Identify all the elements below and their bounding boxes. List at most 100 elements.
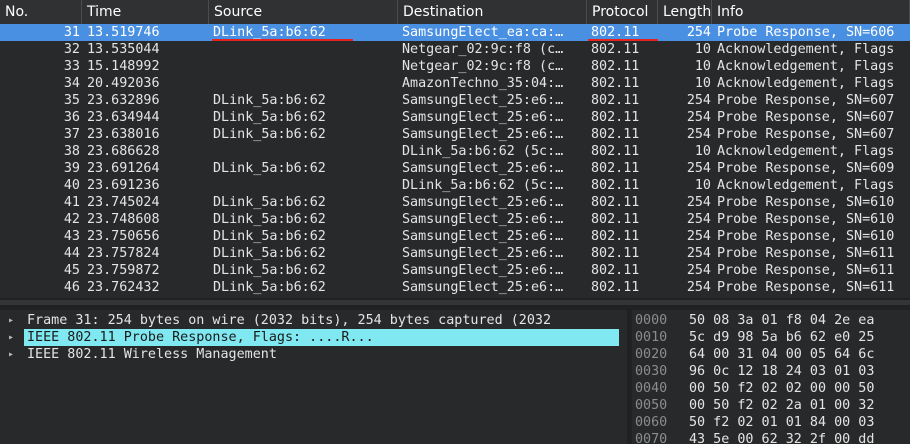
hex-row[interactable]: 0020 64 00 31 04 00 05 64 6c <box>632 346 910 363</box>
packet-info: Probe Response, SN=607 <box>717 93 895 108</box>
packet-row[interactable]: 37 23.638016 DLink_5a:b6:62 SamsungElect_25… <box>0 126 910 143</box>
packet-details-pane[interactable]: ▸ Frame 31: 254 bytes on wire (2032 bits)… <box>0 310 627 444</box>
packet-protocol: 802.11 <box>591 178 640 193</box>
detail-tree-item[interactable]: ▸ IEEE 802.11 Probe Response, Flags: ....… <box>0 329 627 346</box>
packet-destination: SamsungElect_25:e6:… <box>402 229 564 244</box>
packet-info: Probe Response, SN=610 <box>717 195 895 210</box>
packet-length: 254 <box>686 229 711 244</box>
packet-protocol: 802.11 <box>591 246 640 261</box>
col-info-header[interactable]: Info <box>712 0 910 24</box>
packet-time: 23.750656 <box>87 229 160 244</box>
packet-protocol: 802.11 <box>591 110 640 125</box>
packet-row[interactable]: 41 23.745024 DLink_5a:b6:62 SamsungElect_25… <box>0 194 910 211</box>
packet-source: DLink_5a:b6:62 <box>213 127 326 142</box>
hex-bytes: 50 08 3a 01 f8 04 2e ea <box>689 313 875 328</box>
hex-row[interactable]: 0000 50 08 3a 01 f8 04 2e ea <box>632 312 910 329</box>
packet-number: 42 <box>63 212 80 227</box>
packet-number: 39 <box>63 161 80 176</box>
hex-offset: 0040 <box>635 381 668 396</box>
hex-row[interactable]: 0050 00 50 f2 02 2a 01 00 32 <box>632 397 910 414</box>
hex-row[interactable]: 0070 43 5e 00 62 32 2f 00 dd <box>632 431 910 444</box>
packet-info: Probe Response, SN=610 <box>717 212 895 227</box>
packet-source: DLink_5a:b6:62 <box>213 110 326 125</box>
packet-row[interactable]: 35 23.632896 DLink_5a:b6:62 SamsungElect_25… <box>0 92 910 109</box>
packet-destination: Netgear_02:9c:f8 (c… <box>402 42 564 57</box>
hex-bytes: 43 5e 00 62 32 2f 00 dd <box>689 432 875 444</box>
packet-time: 23.745024 <box>87 195 160 210</box>
packet-length: 254 <box>686 25 711 40</box>
col-protocol-header[interactable]: Protocol <box>587 0 658 24</box>
packet-row[interactable]: 46 23.762432 DLink_5a:b6:62 SamsungElect_25… <box>0 279 910 296</box>
packet-row[interactable]: 32 13.535044 Netgear_02:9c:f8 (c… 802.11 10 A… <box>0 41 910 58</box>
packet-source: DLink_5a:b6:62 <box>213 246 326 261</box>
packet-time: 23.691236 <box>87 178 160 193</box>
hex-row[interactable]: 0060 50 f2 02 01 01 84 00 03 <box>632 414 910 431</box>
packet-length: 10 <box>694 144 711 159</box>
col-time-header[interactable]: Time <box>82 0 209 24</box>
packet-info: Probe Response, SN=611 <box>717 246 895 261</box>
packet-source: DLink_5a:b6:62 <box>213 212 326 227</box>
packet-list[interactable]: No. Time Source Destination Protocol Length In… <box>0 0 910 298</box>
packet-source: DLink_5a:b6:62 <box>213 161 326 176</box>
detail-text: Frame 31: 254 bytes on wire (2032 bits),… <box>27 313 552 328</box>
packet-length: 254 <box>686 280 711 295</box>
packet-source <box>213 41 395 58</box>
hex-offset: 0060 <box>635 415 668 430</box>
packet-bytes-pane[interactable]: 0000 50 08 3a 01 f8 04 2e ea 0010 5c d9 98 … <box>632 310 910 444</box>
packet-info: Probe Response, SN=606 <box>717 25 895 40</box>
packet-row[interactable]: 34 20.492036 AmazonTechno_35:04:… 802.11 10 A… <box>0 75 910 92</box>
packet-protocol: 802.11 <box>591 229 640 244</box>
packet-source: DLink_5a:b6:62 <box>213 93 326 108</box>
packet-info: Probe Response, SN=610 <box>717 229 895 244</box>
packet-time: 23.632896 <box>87 93 160 108</box>
packet-row[interactable]: 42 23.748608 DLink_5a:b6:62 SamsungElect_25… <box>0 211 910 228</box>
packet-source: DLink_5a:b6:62 <box>213 229 326 244</box>
packet-length: 10 <box>694 59 711 74</box>
horizontal-scrollbar[interactable] <box>0 300 910 305</box>
packet-row[interactable]: 44 23.757824 DLink_5a:b6:62 SamsungElect_25… <box>0 245 910 262</box>
packet-row[interactable]: 36 23.634944 DLink_5a:b6:62 SamsungElect_25… <box>0 109 910 126</box>
col-no-header[interactable]: No. <box>0 0 82 24</box>
packet-info: Acknowledgement, Flags <box>717 59 895 74</box>
hex-row[interactable]: 0010 5c d9 98 5a b6 62 e0 25 <box>632 329 910 346</box>
packet-protocol: 802.11 <box>591 76 640 91</box>
detail-tree-item[interactable]: ▸ Frame 31: 254 bytes on wire (2032 bits)… <box>0 312 627 329</box>
packet-row-selected[interactable]: 31 13.519746 DLink_5a:b6:62 SamsungElect_ea… <box>0 24 910 41</box>
packet-row[interactable]: 45 23.759872 DLink_5a:b6:62 SamsungElect_25… <box>0 262 910 279</box>
hex-bytes: 5c d9 98 5a b6 62 e0 25 <box>689 330 875 345</box>
right-arrow-icon[interactable]: ▸ <box>8 329 18 346</box>
col-source-header[interactable]: Source <box>209 0 398 24</box>
packet-row[interactable]: 43 23.750656 DLink_5a:b6:62 SamsungElect_25… <box>0 228 910 245</box>
hex-offset: 0000 <box>635 313 668 328</box>
detail-text: IEEE 802.11 Probe Response, Flags: ....R… <box>27 330 374 345</box>
packet-info: Acknowledgement, Flags <box>717 178 895 193</box>
packet-row[interactable]: 33 15.148992 Netgear_02:9c:f8 (c… 802.11 10 A… <box>0 58 910 75</box>
hex-row[interactable]: 0030 96 0c 12 18 24 03 01 03 <box>632 363 910 380</box>
packet-source <box>213 143 395 160</box>
col-destination-header[interactable]: Destination <box>398 0 587 24</box>
hex-row[interactable]: 0040 00 50 f2 02 02 00 00 50 <box>632 380 910 397</box>
packet-row[interactable]: 39 23.691264 DLink_5a:b6:62 SamsungElect_25… <box>0 160 910 177</box>
detail-tree-item[interactable]: ▸ IEEE 802.11 Wireless Management <box>0 346 627 363</box>
packet-source: DLink_5a:b6:62 <box>213 280 326 295</box>
packet-number: 43 <box>63 229 80 244</box>
packet-length: 254 <box>686 93 711 108</box>
packet-info: Acknowledgement, Flags <box>717 76 895 91</box>
col-length-header[interactable]: Length <box>658 0 712 24</box>
packet-row[interactable]: 40 23.691236 DLink_5a:b6:62 (5c:… 802.11 10 A… <box>0 177 910 194</box>
packet-number: 44 <box>63 246 80 261</box>
right-arrow-icon[interactable]: ▸ <box>8 346 18 363</box>
packet-time: 20.492036 <box>87 76 160 91</box>
packet-destination: Netgear_02:9c:f8 (c… <box>402 59 564 74</box>
hex-offset: 0070 <box>635 432 668 444</box>
packet-time: 23.686628 <box>87 144 160 159</box>
packet-protocol: 802.11 <box>591 93 640 108</box>
right-arrow-icon[interactable]: ▸ <box>8 312 18 329</box>
packet-destination: SamsungElect_25:e6:… <box>402 195 564 210</box>
packet-destination: SamsungElect_ea:ca:… <box>402 25 564 40</box>
packet-row[interactable]: 38 23.686628 DLink_5a:b6:62 (5c:… 802.11 10 A… <box>0 143 910 160</box>
hex-offset: 0030 <box>635 364 668 379</box>
packet-length: 254 <box>686 263 711 278</box>
hex-offset: 0020 <box>635 347 668 362</box>
hex-bytes: 50 f2 02 01 01 84 00 03 <box>689 415 875 430</box>
